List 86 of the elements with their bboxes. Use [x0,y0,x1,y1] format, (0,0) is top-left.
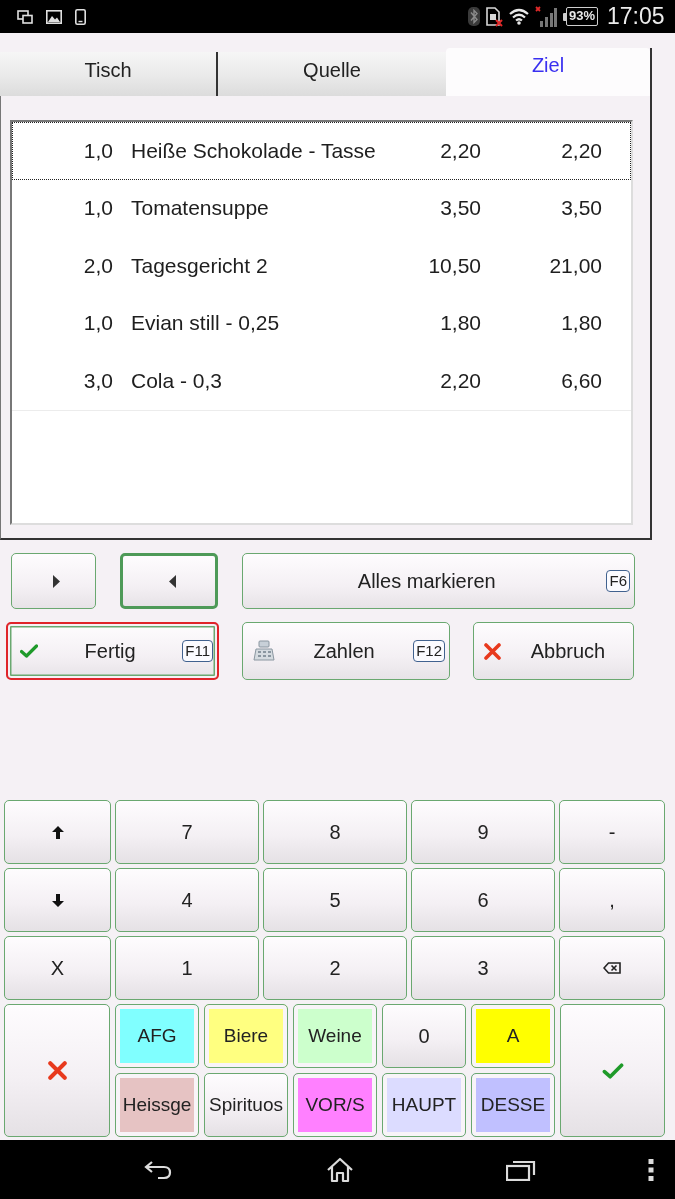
category-key[interactable]: VOR/S [293,1073,377,1137]
table-cell-text: 3,0 [82,368,113,393]
menu-button[interactable] [648,1158,654,1181]
backspace-icon [603,962,621,974]
table-cell-text: 1,80 [439,311,481,336]
category-key[interactable]: Heissge [115,1073,199,1137]
battery-indicator: 93% [563,7,599,26]
symbol-key[interactable]: , [559,868,665,932]
shortcut-key-label: F12 [413,640,445,662]
table-cell-text: 1,0 [82,196,113,221]
clock-time: 17:05 [607,3,665,30]
table-cell-text: Heiße Schokolade - Tasse [131,138,377,163]
cancel-key[interactable] [4,1004,110,1137]
table-cell-text: 2,20 [439,368,481,393]
pay-button[interactable]: Zahlen F12 [242,622,450,680]
table-cell-text: Cola - 0,3 [131,368,224,393]
category-key[interactable]: A [471,1004,555,1068]
done-button[interactable]: Fertig F11 [6,622,219,680]
category-key[interactable]: Biere [204,1004,288,1068]
signal-icon [535,6,557,27]
cross-icon [47,1061,67,1080]
down-key[interactable] [4,868,111,932]
triangle-right-icon [53,574,60,588]
table-cell-text: 10,50 [427,253,481,278]
check-icon [20,644,38,658]
windows-icon [17,9,33,24]
table-cell-text: Evian still - 0,25 [131,311,281,336]
confirm-key[interactable] [560,1004,665,1137]
shortcut-key-label: F11 [182,640,213,662]
table-cell-text: 1,0 [82,311,113,336]
digit-key[interactable]: 0 [382,1004,466,1068]
cross-icon [484,642,501,660]
digit-key[interactable]: 5 [263,868,407,932]
table-cell-text: 3,50 [560,196,602,221]
table-cell-text: 21,00 [548,253,602,278]
tab[interactable]: Quelle [218,52,446,96]
table-cell-text: Tomatensuppe [131,196,270,221]
back-icon [144,1159,172,1180]
up-key[interactable] [4,800,111,864]
table-cell-text: 1,80 [560,311,602,336]
arrow-up-icon [51,825,64,839]
table-cell-text: 3,50 [439,196,481,221]
arrow-down-icon [51,893,64,907]
select-all-button[interactable]: Alles markieren F6 [242,553,635,609]
sim-card-icon [486,6,503,27]
triangle-left-icon [168,574,176,588]
category-key[interactable]: HAUPT [382,1073,466,1137]
tab[interactable]: Tisch [0,52,218,96]
category-key[interactable]: DESSE [471,1073,555,1137]
image-icon [46,9,62,24]
category-key[interactable]: AFG [115,1004,199,1068]
table-cell-text: 2,20 [439,138,481,163]
home-icon [326,1156,354,1183]
table-cell-text: 2,0 [82,253,113,278]
backspace-key[interactable] [559,936,665,1000]
cancel-button[interactable]: Abbruch [473,622,634,680]
digit-key[interactable]: 8 [263,800,407,864]
back-button[interactable] [144,1159,172,1180]
recents-button[interactable] [506,1158,536,1181]
symbol-key[interactable]: - [559,800,665,864]
menu-icon [648,1158,654,1181]
digit-key[interactable]: 7 [115,800,259,864]
tab[interactable]: Ziel [446,48,650,96]
table-cell-text: 1,0 [82,138,113,163]
home-button[interactable] [326,1156,354,1183]
cash-register-icon [253,640,275,662]
digit-key[interactable]: 3 [411,936,555,1000]
bluetooth-icon [468,7,480,26]
digit-key[interactable]: 6 [411,868,555,932]
digit-key[interactable]: 2 [263,936,407,1000]
digit-key[interactable]: 4 [115,868,259,932]
symbol-key[interactable]: X [4,936,111,1000]
shortcut-key-label: F6 [606,570,630,592]
recents-icon [506,1158,536,1181]
check-icon [601,1062,624,1079]
digit-key[interactable]: 9 [411,800,555,864]
wifi-icon [509,8,529,25]
table-row[interactable]: 1,0 Heiße Schokolade - Tasse 2,20 2,20 [12,122,631,180]
phone-icon [75,8,86,25]
forward-button[interactable] [11,553,96,609]
table-cell-text: Tagesgericht 2 [131,253,269,278]
category-key[interactable]: Weine [293,1004,377,1068]
digit-key[interactable]: 1 [115,936,259,1000]
table-cell-text: 2,20 [560,138,602,163]
category-key[interactable]: Spirituos [204,1073,288,1137]
table-cell-text: 6,60 [560,368,602,393]
